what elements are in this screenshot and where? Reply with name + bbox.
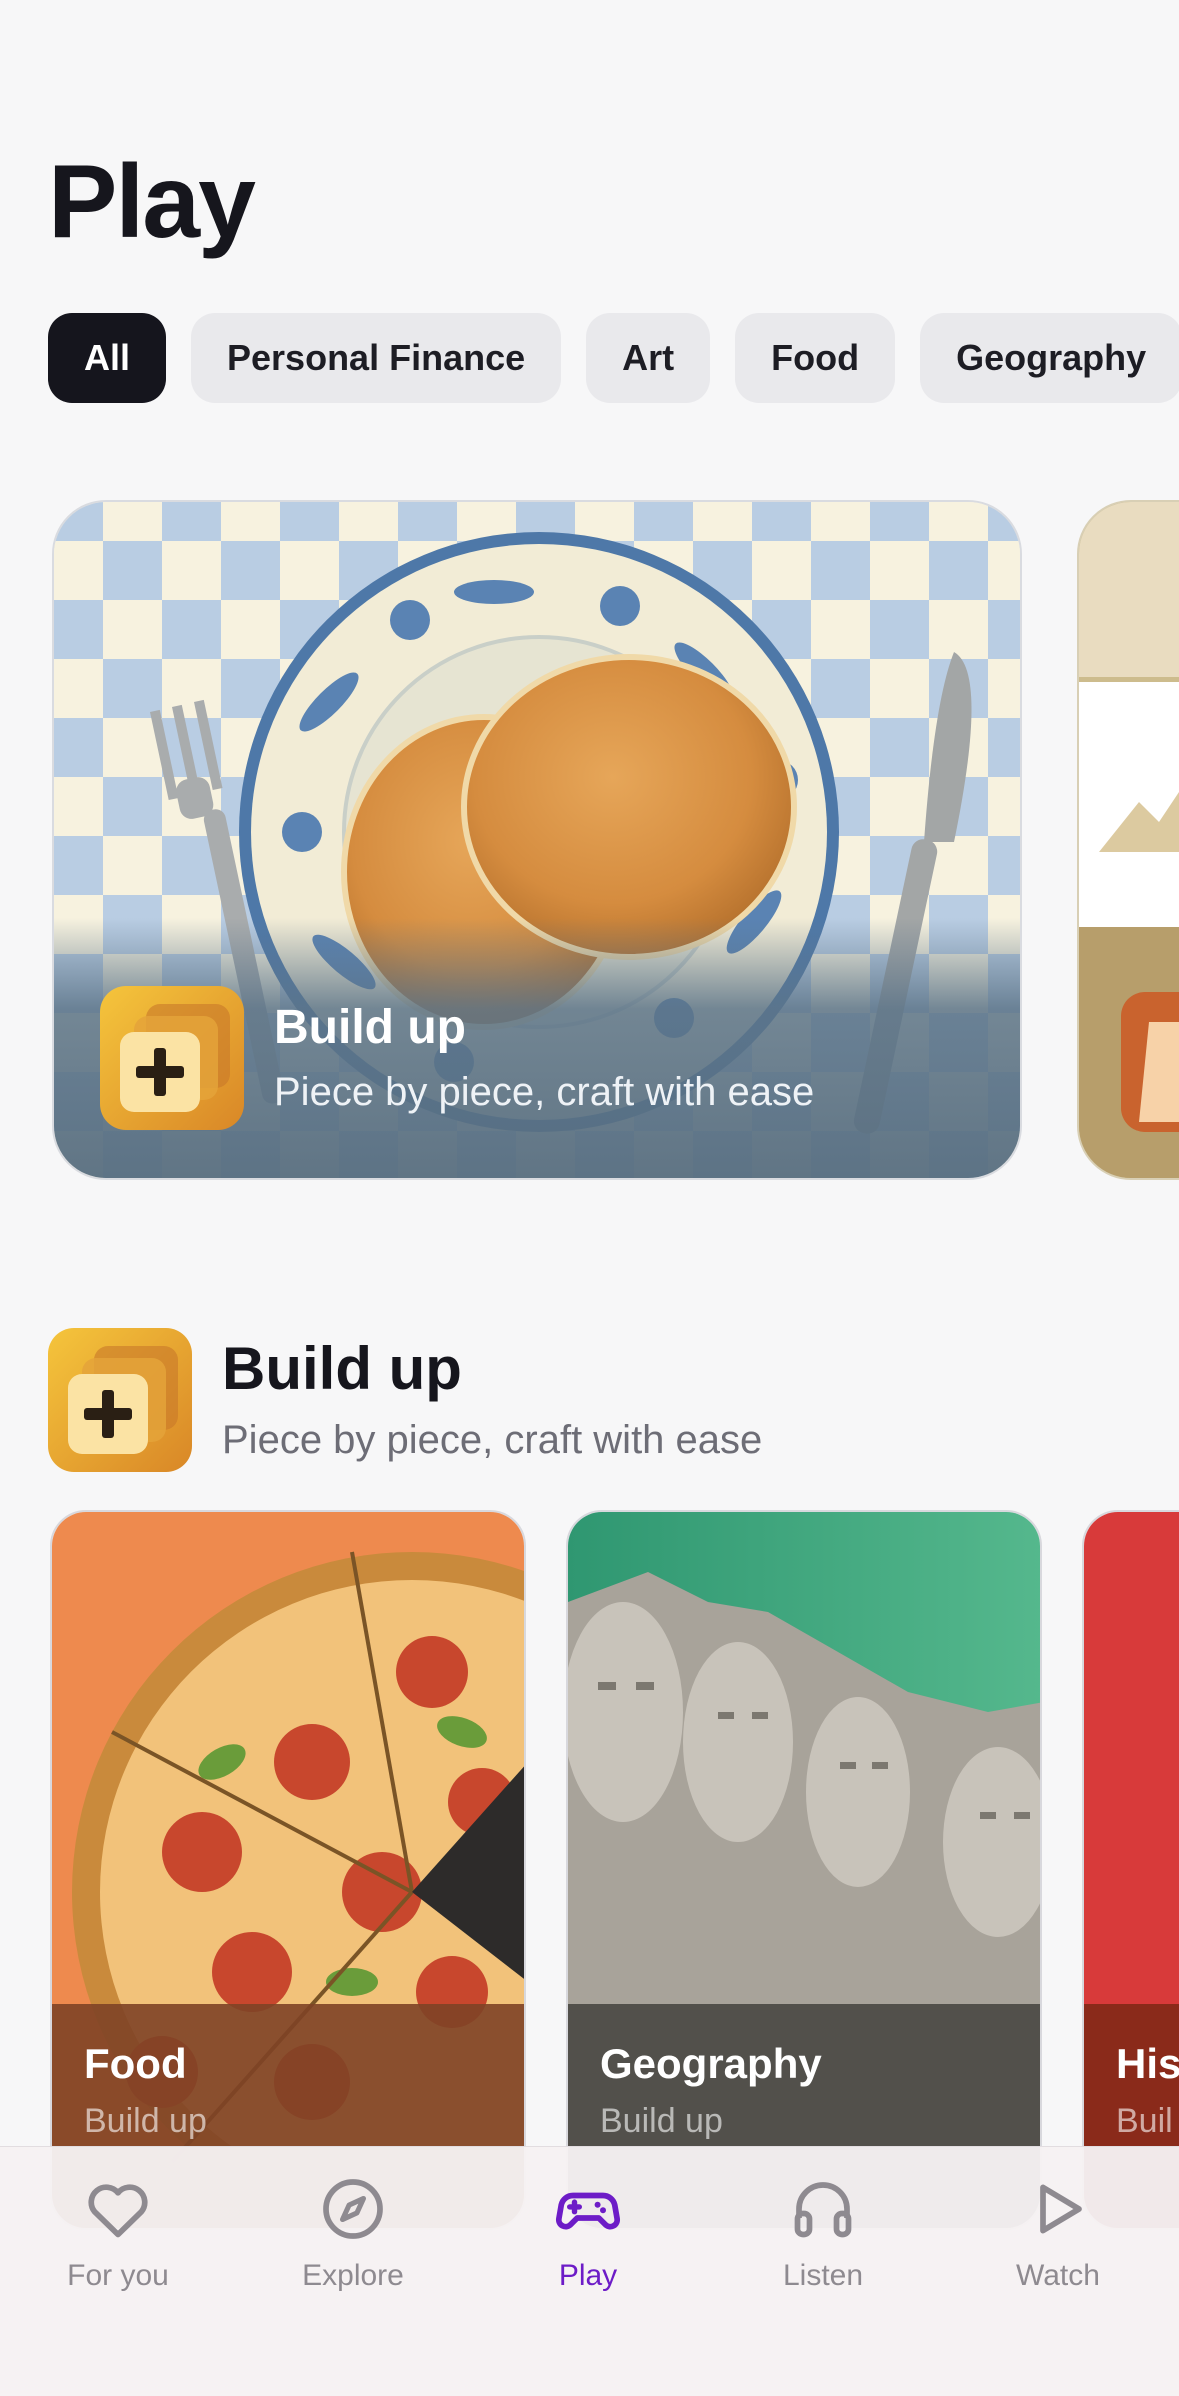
filter-chip-food[interactable]: Food <box>735 313 896 403</box>
tab-label: Watch <box>1016 2259 1100 2292</box>
hero-subtitle: Piece by piece, craft with ease <box>274 1070 815 1114</box>
section-subtitle: Piece by piece, craft with ease <box>222 1418 763 1462</box>
tab-for-you[interactable]: For you <box>18 2173 218 2293</box>
category-filter-bar: All Personal Finance Art Food Geography <box>48 313 1179 403</box>
compass-icon <box>323 2179 383 2239</box>
card-title: Food <box>84 2040 187 2087</box>
card-subtitle: Buil <box>1116 2102 1173 2140</box>
heart-icon <box>88 2184 148 2238</box>
section-title: Build up <box>222 1335 462 1402</box>
gamepad-icon <box>556 2192 620 2230</box>
game-card-history[interactable]: His Buil <box>1082 1510 1179 2230</box>
filter-chip-geography[interactable]: Geography <box>920 313 1179 403</box>
hero-title: Build up <box>274 1001 466 1054</box>
tab-play[interactable]: Play <box>488 2173 688 2293</box>
tab-watch[interactable]: Watch <box>958 2173 1158 2293</box>
bottom-tab-bar: For you Explore Play Listen Watch <box>0 2146 1179 2396</box>
game-card-geography[interactable]: Geography Build up <box>566 1510 1042 2230</box>
headphones-icon <box>794 2182 852 2238</box>
card-subtitle: Build up <box>84 2102 207 2140</box>
card-title: His <box>1116 2040 1179 2087</box>
card-title: Geography <box>600 2040 822 2087</box>
featured-game-card-next[interactable] <box>1077 500 1179 1180</box>
filter-chip-personal-finance[interactable]: Personal Finance <box>191 313 562 403</box>
tab-listen[interactable]: Listen <box>723 2173 923 2293</box>
page-title: Play <box>48 144 256 260</box>
tab-explore[interactable]: Explore <box>253 2173 453 2293</box>
filter-chip-art[interactable]: Art <box>586 313 711 403</box>
play-icon <box>1040 2184 1082 2234</box>
featured-game-card[interactable]: Build up Piece by piece, craft with ease <box>52 500 1022 1180</box>
play-screen: Play All Personal Finance Art Food Geogr… <box>0 0 1179 2396</box>
build-up-app-icon <box>100 986 244 1135</box>
build-up-section-icon <box>48 1328 192 1477</box>
tab-label: Listen <box>782 2259 864 2292</box>
tab-label: For you <box>67 2259 169 2292</box>
tab-label: Explore <box>302 2259 404 2292</box>
filter-chip-all[interactable]: All <box>48 313 167 403</box>
tab-label: Play <box>558 2259 618 2292</box>
card-subtitle: Build up <box>600 2102 723 2140</box>
game-card-food[interactable]: Food Build up <box>50 1510 526 2230</box>
